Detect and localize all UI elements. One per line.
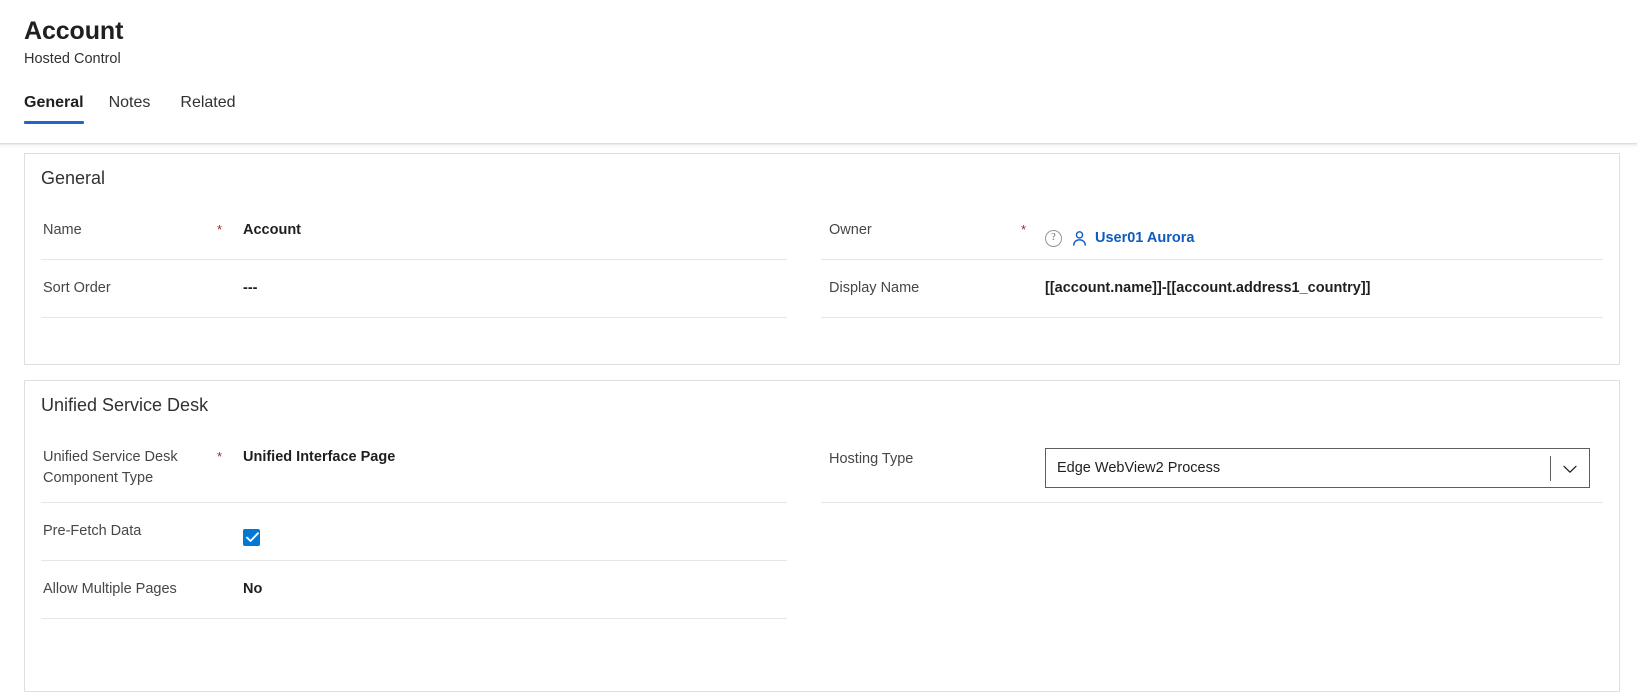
section-general-right-column: Owner * ? User01 Aurora Display Name [[a… xyxy=(821,202,1619,318)
field-value-sort-order[interactable]: --- xyxy=(243,268,787,299)
field-row-allow-multiple-pages: Allow Multiple Pages No xyxy=(41,561,787,619)
section-usd-right-column: Hosting Type Edge WebView2 Process xyxy=(821,429,1619,619)
info-icon[interactable]: ? xyxy=(1045,230,1062,247)
tab-notes[interactable]: Notes xyxy=(94,88,166,124)
field-label-component-type: Unified Service Desk Component Type xyxy=(43,449,178,486)
field-row-name: Name * Account xyxy=(41,202,787,260)
field-value-name[interactable]: Account xyxy=(243,210,787,241)
field-row-sort-order: Sort Order --- xyxy=(41,260,787,318)
column-gap xyxy=(797,429,821,619)
field-label-display-name: Display Name xyxy=(829,280,920,296)
page-subtitle: Hosted Control xyxy=(24,51,121,67)
page-title: Account xyxy=(24,17,124,45)
column-gap xyxy=(797,202,821,318)
field-label-hosting-type: Hosting Type xyxy=(829,451,914,467)
dropdown-separator xyxy=(1550,456,1551,481)
field-row-pre-fetch-data: Pre-Fetch Data xyxy=(41,503,787,561)
field-value-pre-fetch-data xyxy=(243,511,787,546)
tabstrip: General Notes Related xyxy=(24,88,251,124)
person-icon xyxy=(1071,230,1088,247)
field-label-pre-fetch-data: Pre-Fetch Data xyxy=(43,523,142,539)
section-general-left-column: Name * Account Sort Order --- xyxy=(25,202,797,318)
field-value-display-name[interactable]: [[account.name]]-[[account.address1_coun… xyxy=(1045,268,1603,299)
section-title-general: General xyxy=(41,168,106,188)
field-value-owner: ? User01 Aurora xyxy=(1045,210,1603,249)
section-general: General Name * Account Sort Order --- Ow… xyxy=(24,153,1620,365)
required-indicator-name: * xyxy=(217,222,223,237)
required-indicator-sort-order xyxy=(217,268,243,277)
field-label-name: Name xyxy=(43,222,82,238)
required-indicator-allow-multiple-pages xyxy=(217,569,243,578)
required-indicator-pre-fetch-data xyxy=(217,511,243,520)
form-content: General Name * Account Sort Order --- Ow… xyxy=(0,148,1637,697)
field-label-owner: Owner xyxy=(829,222,872,238)
required-indicator-hosting-type xyxy=(1021,437,1045,446)
field-label-sort-order: Sort Order xyxy=(43,280,111,296)
owner-link[interactable]: User01 Aurora xyxy=(1095,228,1194,249)
required-indicator-display-name xyxy=(1021,268,1045,277)
field-value-hosting-type: Edge WebView2 Process xyxy=(1045,437,1603,488)
tab-related[interactable]: Related xyxy=(165,88,250,124)
field-label-allow-multiple-pages: Allow Multiple Pages xyxy=(43,581,177,597)
page-header: Account Hosted Control General Notes Rel… xyxy=(0,0,1637,145)
section-general-columns: Name * Account Sort Order --- Owner * ? … xyxy=(25,202,1619,318)
tab-general[interactable]: General xyxy=(24,88,94,124)
section-usd-left-column: Unified Service Desk Component Type * Un… xyxy=(25,429,797,619)
required-indicator-owner: * xyxy=(1021,222,1027,237)
section-title-unified-service-desk: Unified Service Desk xyxy=(41,395,209,415)
hosting-type-dropdown[interactable]: Edge WebView2 Process xyxy=(1045,448,1590,488)
field-row-owner: Owner * ? User01 Aurora xyxy=(821,202,1603,260)
field-row-component-type: Unified Service Desk Component Type * Un… xyxy=(41,429,787,503)
owner-lookup[interactable]: ? User01 Aurora xyxy=(1045,220,1603,249)
pre-fetch-data-checkbox[interactable] xyxy=(243,529,260,546)
checkmark-icon xyxy=(246,532,259,542)
hosting-type-selected-value: Edge WebView2 Process xyxy=(1057,460,1221,476)
field-row-hosting-type: Hosting Type Edge WebView2 Process xyxy=(821,429,1603,503)
chevron-down-icon[interactable] xyxy=(1561,461,1579,477)
section-usd-columns: Unified Service Desk Component Type * Un… xyxy=(25,429,1619,619)
required-indicator-component-type: * xyxy=(217,449,223,464)
field-value-allow-multiple-pages[interactable]: No xyxy=(243,569,787,600)
field-value-component-type[interactable]: Unified Interface Page xyxy=(243,437,787,468)
field-row-display-name: Display Name [[account.name]]-[[account.… xyxy=(821,260,1603,318)
section-unified-service-desk: Unified Service Desk Unified Service Des… xyxy=(24,380,1620,692)
